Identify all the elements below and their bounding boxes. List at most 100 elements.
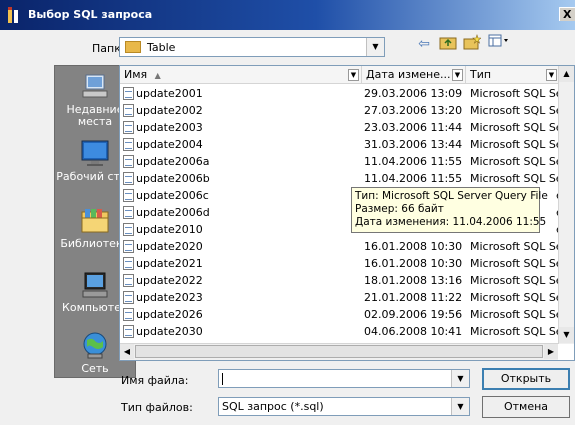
- open-button[interactable]: Открыть: [482, 368, 570, 390]
- file-row[interactable]: update2023 21.01.2008 11:22 Microsoft SQL …: [120, 290, 560, 305]
- file-name: update2030: [123, 324, 203, 339]
- window-title: Выбор SQL запроса: [28, 8, 153, 21]
- tooltip-modified: Дата изменения: 11.04.2006 11:55: [355, 216, 547, 228]
- horizontal-scrollbar[interactable]: ◀ ▶: [120, 343, 558, 360]
- sql-file-icon: [123, 138, 134, 151]
- file-date: 31.03.2006 13:44: [364, 138, 463, 151]
- file-name: update2002: [123, 103, 203, 118]
- up-folder-icon[interactable]: [438, 34, 458, 54]
- file-row[interactable]: update2026 02.09.2006 19:56 Microsoft SQL …: [120, 307, 560, 322]
- filetype-select[interactable]: SQL запрос (*.sql) ▼: [218, 397, 470, 416]
- libraries-icon: [79, 206, 111, 236]
- file-date: 16.01.2008 10:30: [364, 257, 463, 270]
- file-date: 11.04.2006 11:55: [364, 172, 463, 185]
- filetype-label: Тип файлов:: [121, 401, 193, 414]
- file-name: update2022: [123, 273, 203, 288]
- file-type: Microsoft SQL Se...: [470, 155, 558, 168]
- sql-file-icon: [123, 325, 134, 338]
- new-folder-icon[interactable]: [462, 34, 482, 54]
- file-name: update2010: [123, 222, 203, 237]
- file-row[interactable]: update2006a 11.04.2006 11:55 Microsoft SQL…: [120, 154, 560, 169]
- file-name-text: update2010: [136, 223, 203, 236]
- file-row[interactable]: update2006b 11.04.2006 11:55 Microsoft SQL…: [120, 171, 560, 186]
- column-type-label: Тип: [470, 68, 492, 81]
- file-type: Microsoft SQL Se...: [470, 104, 558, 117]
- sql-file-icon: [123, 291, 134, 304]
- file-name-text: update2006a: [136, 155, 210, 168]
- sql-file-icon: [123, 104, 134, 117]
- chevron-down-icon[interactable]: ▼: [348, 69, 359, 81]
- chevron-down-icon[interactable]: ▼: [546, 69, 557, 81]
- file-date: 27.03.2006 13:20: [364, 104, 463, 117]
- view-menu-icon[interactable]: [486, 34, 512, 54]
- cancel-button[interactable]: Отмена: [482, 396, 570, 418]
- file-name: update2006d: [123, 205, 210, 220]
- file-row[interactable]: update2020 16.01.2008 10:30 Microsoft SQL …: [120, 239, 560, 254]
- file-name-text: update2003: [136, 121, 203, 134]
- tooltip-type: Тип: Microsoft SQL Server Query File: [355, 190, 548, 202]
- close-button[interactable]: X: [559, 7, 575, 21]
- sql-file-icon: [123, 257, 134, 270]
- filename-input[interactable]: ▼: [218, 369, 470, 388]
- scroll-thumb[interactable]: [135, 345, 543, 358]
- file-type: Microsoft SQL Se...: [470, 138, 558, 151]
- file-date: 04.06.2008 10:41: [364, 325, 463, 338]
- column-header-name[interactable]: Имя ▲ ▼: [120, 66, 362, 84]
- file-row[interactable]: update2004 31.03.2006 13:44 Microsoft SQL …: [120, 137, 560, 152]
- file-date: 29.03.2006 13:09: [364, 87, 463, 100]
- file-row[interactable]: update2030 04.06.2008 10:41 Microsoft SQL …: [120, 324, 560, 339]
- folder-icon: [125, 41, 141, 53]
- chevron-down-icon[interactable]: ▼: [451, 370, 469, 387]
- sql-file-icon: [123, 308, 134, 321]
- scroll-left-icon[interactable]: ◀: [120, 344, 134, 359]
- filename-label: Имя файла:: [121, 374, 189, 387]
- filetype-value: SQL запрос (*.sql): [222, 400, 324, 413]
- app-icon: [8, 7, 18, 23]
- file-name-text: update2006c: [136, 189, 209, 202]
- column-header-type[interactable]: Тип ▼: [466, 66, 560, 84]
- file-date: 23.03.2006 11:44: [364, 121, 463, 134]
- file-name-text: update2021: [136, 257, 203, 270]
- file-name: update2026: [123, 307, 203, 322]
- chevron-down-icon[interactable]: ▼: [366, 38, 384, 56]
- file-name: update2001: [123, 86, 203, 101]
- scroll-up-icon[interactable]: ▲: [559, 66, 574, 82]
- sql-file-icon: [123, 189, 134, 202]
- network-icon: [79, 331, 111, 361]
- lookin-value: Table: [147, 41, 176, 54]
- sql-file-icon: [123, 274, 134, 287]
- scroll-right-icon[interactable]: ▶: [544, 344, 558, 359]
- file-date: 21.01.2008 11:22: [364, 291, 463, 304]
- file-row[interactable]: update2003 23.03.2006 11:44 Microsoft SQL …: [120, 120, 560, 135]
- file-date: 16.01.2008 10:30: [364, 240, 463, 253]
- file-name-text: update2004: [136, 138, 203, 151]
- file-type: Microsoft SQL Se...: [470, 240, 558, 253]
- sort-up-icon: ▲: [154, 71, 161, 80]
- lookin-combo[interactable]: Table ▼: [119, 37, 385, 57]
- file-name-text: update2023: [136, 291, 203, 304]
- file-name: update2023: [123, 290, 203, 305]
- file-name: update2020: [123, 239, 203, 254]
- file-type: Microsoft SQL Se...: [470, 274, 558, 287]
- file-row[interactable]: update2021 16.01.2008 10:30 Microsoft SQL …: [120, 256, 560, 271]
- vertical-scrollbar[interactable]: ▲ ▼: [558, 66, 574, 344]
- file-type: Microsoft SQL Se...: [470, 291, 558, 304]
- title-bar: Выбор SQL запроса X: [0, 0, 575, 30]
- sql-file-icon: [123, 87, 134, 100]
- column-name-label: Имя: [124, 68, 148, 81]
- tooltip-size: Размер: 66 байт: [355, 203, 444, 215]
- file-row[interactable]: update2022 18.01.2008 13:16 Microsoft SQL …: [120, 273, 560, 288]
- column-header-date[interactable]: Дата измене... ▼: [362, 66, 466, 84]
- file-row[interactable]: update2001 29.03.2006 13:09 Microsoft SQL …: [120, 86, 560, 101]
- back-arrow-icon[interactable]: ⇦: [414, 34, 434, 54]
- file-row[interactable]: update2002 27.03.2006 13:20 Microsoft SQL …: [120, 103, 560, 118]
- scroll-down-icon[interactable]: ▼: [559, 327, 574, 343]
- chevron-down-icon[interactable]: ▼: [452, 69, 463, 81]
- file-name-text: update2006d: [136, 206, 210, 219]
- sql-file-icon: [123, 206, 134, 219]
- chevron-down-icon[interactable]: ▼: [451, 398, 469, 415]
- file-date: 11.04.2006 11:55: [364, 155, 463, 168]
- file-name: update2021: [123, 256, 203, 271]
- file-name-text: update2020: [136, 240, 203, 253]
- file-name-text: update2030: [136, 325, 203, 338]
